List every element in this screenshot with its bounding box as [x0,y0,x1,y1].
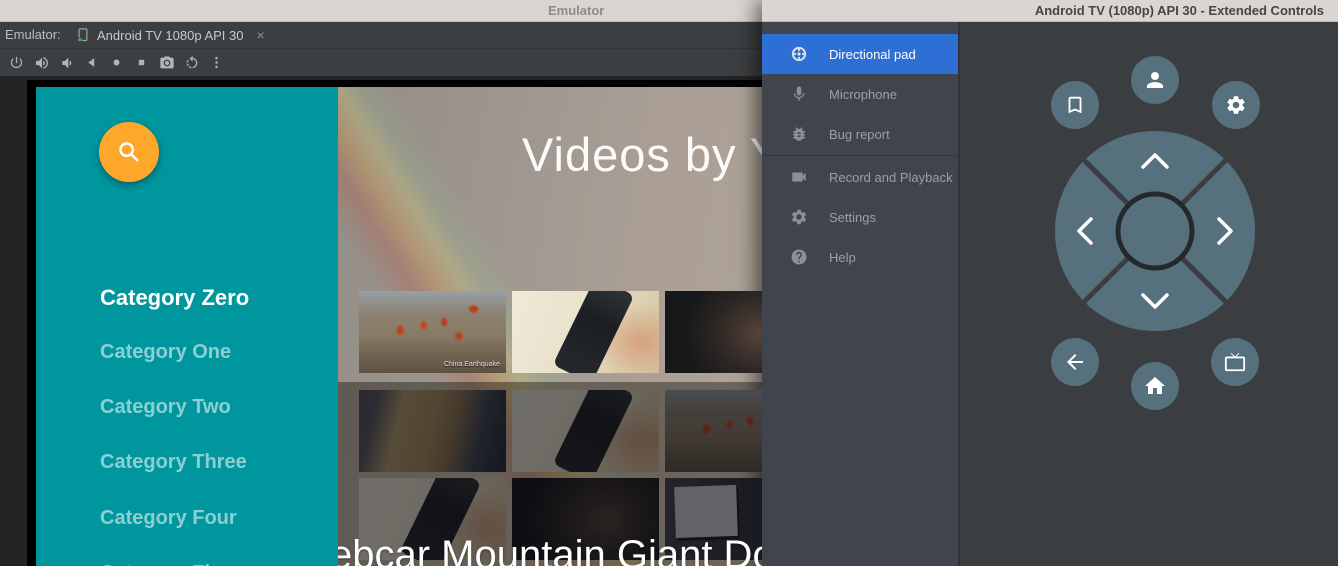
gear-icon [790,208,808,226]
screenshot-root: Emulator Emulator: Android TV 1080p API … [0,0,1338,566]
emulator-label: Emulator: [5,27,61,42]
menu-item-microphone[interactable]: Microphone [762,74,958,114]
extended-controls-body: Directional pad Microphone Bug report [762,22,1338,566]
bookmark-button[interactable] [1051,81,1099,129]
menu-item-directional-pad[interactable]: Directional pad [762,34,958,74]
menu-item-settings[interactable]: Settings [762,197,958,237]
emulator-window-title: Emulator [548,3,604,18]
back-button[interactable] [79,51,104,75]
focused-video-title: ebcar Mountain Giant Double Fi... [338,533,762,566]
volume-down-icon [59,55,75,71]
emulator-display-area: Videos by Y China Earthquake ebcar Mount… [0,77,762,566]
extended-controls-titlebar[interactable]: Android TV (1080p) API 30 - Extended Con… [762,0,1338,22]
category-item-three[interactable]: Category Three [100,451,247,474]
menu-item-label: Help [829,250,856,265]
bookmark-icon [1064,94,1086,116]
menu-item-help[interactable]: Help [762,237,958,277]
video-thumbnail-earthquake[interactable] [665,390,762,472]
camera-icon [159,55,175,71]
device-frame: Videos by Y China Earthquake ebcar Mount… [27,80,762,566]
power-button[interactable] [4,51,29,75]
more-vert-icon [209,55,224,70]
avd-tab-label: Android TV 1080p API 30 [97,28,243,43]
menu-item-label: Microphone [829,87,897,102]
back-triangle-icon [85,56,98,69]
search-button[interactable] [99,122,159,182]
profile-button[interactable] [1131,56,1179,104]
extended-controls-title: Android TV (1080p) API 30 - Extended Con… [1035,3,1324,18]
emulator-tab-bar: Emulator: Android TV 1080p API 30 × [0,22,762,48]
tab-close-icon[interactable]: × [256,27,264,43]
circle-icon [110,56,123,69]
dpad-wheel [1053,129,1257,333]
avd-tab[interactable]: Android TV 1080p API 30 × [76,22,265,48]
volume-down-button[interactable] [54,51,79,75]
tv-category-sidebar: Category Zero Category One Category Two … [36,87,338,566]
emulator-toolbar [0,48,762,77]
menu-divider [762,155,958,156]
home-button-tv[interactable] [1131,362,1179,410]
video-thumbnail-tent[interactable] [359,390,506,472]
arrow-back-icon [1063,350,1087,374]
extended-controls-menu: Directional pad Microphone Bug report [762,22,960,566]
settings-button[interactable] [1212,81,1260,129]
rotate-button[interactable] [179,51,204,75]
gear-icon [1225,94,1247,116]
menu-item-label: Record and Playback [829,170,953,185]
menu-item-label: Bug report [829,127,890,142]
video-thumbnail-earthquake[interactable]: China Earthquake [359,291,506,373]
volume-up-button[interactable] [29,51,54,75]
power-icon [9,55,24,70]
square-icon [135,56,148,69]
phone-device-icon [76,27,90,44]
home-circle-button[interactable] [104,51,129,75]
back-button-tv[interactable] [1051,338,1099,386]
volume-up-icon [34,55,50,71]
microphone-icon [790,85,808,103]
home-icon [1143,374,1167,398]
live-tv-button[interactable] [1211,338,1259,386]
live-tv-icon [1224,351,1246,373]
bug-icon [790,125,808,143]
search-icon [115,138,143,166]
menu-item-label: Settings [829,210,876,225]
help-icon [790,248,808,266]
category-item-zero[interactable]: Category Zero [100,285,249,311]
dpad-icon [790,45,808,63]
category-item-one[interactable]: Category One [100,341,231,364]
dpad-center-button[interactable] [1118,194,1192,268]
category-item-two[interactable]: Category Two [100,396,231,419]
screenshot-button[interactable] [154,51,179,75]
video-thumbnail-phone[interactable] [512,291,659,373]
menu-item-label: Directional pad [829,47,916,62]
tv-app-title: Videos by Y [522,127,762,182]
menu-item-bug-report[interactable]: Bug report [762,114,958,154]
overview-square-button[interactable] [129,51,154,75]
menu-item-record-playback[interactable]: Record and Playback [762,157,958,197]
more-options-button[interactable] [204,51,229,75]
extended-controls-window: Android TV (1080p) API 30 - Extended Con… [762,0,1338,566]
videocam-icon [790,168,808,186]
video-thumbnail-phone[interactable] [512,390,659,472]
category-item-four[interactable]: Category Four [100,507,237,530]
category-item-five[interactable]: Category Five [100,562,232,566]
emulator-window-titlebar[interactable]: Emulator [0,0,762,22]
thumbnail-caption: China Earthquake [444,361,500,368]
android-tv-screen: Videos by Y China Earthquake ebcar Mount… [36,87,762,566]
tv-content-pane: Videos by Y China Earthquake ebcar Mount… [338,87,762,566]
rotate-icon [184,55,200,71]
person-icon [1143,68,1167,92]
video-thumbnail-profile[interactable] [665,291,762,373]
